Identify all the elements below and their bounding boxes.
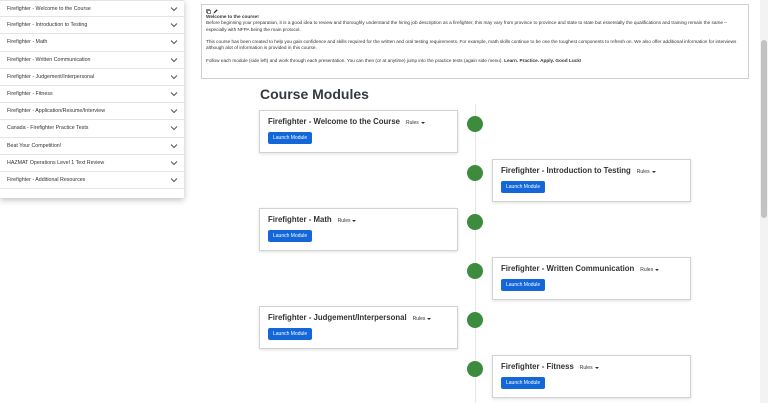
timeline-dot (467, 165, 483, 181)
chevron-down-icon (170, 126, 178, 131)
sidebar-item-label: Firefighter - Judgement/Interpersonal (7, 73, 95, 80)
sidebar-item-label: Firefighter - Fitness (7, 91, 53, 98)
launch-module-button[interactable]: Launch Module (268, 230, 313, 242)
intro-panel: Welcome to the course! Before beginning … (201, 4, 749, 79)
module-card: Firefighter - Judgement/Interpersonal Ru… (259, 306, 458, 349)
chevron-down-icon (170, 74, 178, 80)
module-card: Firefighter - Introduction to Testing Ru… (492, 159, 691, 202)
timeline-dot (467, 116, 483, 132)
caret-down-icon (655, 269, 660, 271)
module-title: Firefighter - Math (268, 215, 332, 224)
intro-paragraph: Before beginning your preparation, it is… (206, 20, 727, 32)
chevron-down-icon (170, 178, 178, 183)
caret-down-icon (427, 318, 432, 320)
module-card: Firefighter - Welcome to the Course Rule… (259, 110, 458, 153)
copy-icon[interactable] (206, 8, 211, 14)
sidebar-item-label: Firefighter - Application/Resume/Intervi… (7, 108, 106, 115)
chevron-down-icon (170, 40, 178, 45)
sidebar-item-label: Firefighter - Written Communication (7, 56, 91, 63)
sidebar-item-fitness[interactable]: Firefighter - Fitness (0, 86, 184, 104)
sidebar-item-application[interactable]: Firefighter - Application/Resume/Intervi… (0, 103, 184, 121)
caret-down-icon (651, 171, 656, 173)
sidebar-item-hazmat[interactable]: HAZMAT Operations Level 1 Text Review (0, 155, 184, 172)
module-card: Firefighter - Math Rules Launch Module (259, 208, 458, 251)
sidebar-item-welcome[interactable]: Firefighter - Welcome to the Course (0, 0, 184, 18)
launch-module-button[interactable]: Launch Module (268, 132, 313, 144)
pencil-icon[interactable] (213, 8, 218, 14)
sidebar-item-label: Beat Your Competition! (7, 142, 62, 149)
timeline-dot (467, 214, 483, 230)
module-title: Firefighter - Written Communication (501, 264, 635, 273)
sidebar-item-label: Firefighter - Additional Resources (7, 176, 86, 183)
rules-dropdown[interactable]: Rules (413, 316, 432, 322)
chevron-down-icon (170, 109, 178, 114)
rules-dropdown[interactable]: Rules (580, 365, 599, 371)
sidebar-item-label: Firefighter - Welcome to the Course (7, 5, 91, 12)
sidebar-item-label: HAZMAT Operations Level 1 Text Review (7, 159, 105, 166)
module-title: Firefighter - Introduction to Testing (501, 166, 631, 175)
chevron-down-icon (170, 143, 178, 148)
sidebar-item-math[interactable]: Firefighter - Math (0, 34, 184, 52)
module-title: Firefighter - Welcome to the Course (268, 117, 400, 126)
timeline-dot (467, 361, 483, 377)
chevron-down-icon (170, 160, 178, 165)
intro-motto: Learn. Practice. Apply. Good Luck! (504, 57, 582, 63)
rules-dropdown[interactable]: Rules (640, 267, 660, 273)
sidebar-item-introduction[interactable]: Firefighter - Introduction to Testing (0, 17, 184, 35)
sidebar-item-written-communication[interactable]: Firefighter - Written Communication (0, 52, 184, 69)
timeline-dot (467, 312, 483, 328)
chevron-down-icon (170, 92, 178, 97)
sidebar-item-beat-competition[interactable]: Beat Your Competition! (0, 138, 184, 155)
rules-dropdown[interactable]: Rules (637, 169, 656, 175)
sidebar-item-additional-resources[interactable]: Firefighter - Additional Resources (0, 172, 184, 190)
rules-dropdown[interactable]: Rules (406, 120, 425, 126)
module-title: Firefighter - Fitness (501, 362, 574, 371)
intro-paragraph: This course has been created to help you… (206, 39, 737, 51)
timeline-dot (467, 263, 483, 279)
launch-module-button[interactable]: Launch Module (501, 181, 546, 193)
launch-module-button[interactable]: Launch Module (268, 328, 313, 340)
scrollbar-thumb[interactable] (761, 40, 767, 218)
launch-module-button[interactable]: Launch Module (501, 377, 546, 389)
page-title: Course Modules (260, 86, 369, 102)
rules-dropdown[interactable]: Rules (338, 218, 357, 224)
module-title: Firefighter - Judgement/Interpersonal (268, 313, 407, 322)
launch-module-button[interactable]: Launch Module (501, 279, 546, 291)
module-card: Firefighter - Fitness Rules Launch Modul… (492, 355, 691, 398)
chevron-down-icon (170, 6, 178, 11)
sidebar-item-label: Firefighter - Math (7, 39, 48, 46)
caret-down-icon (352, 220, 357, 222)
sidebar-item-label: Firefighter - Introduction to Testing (7, 22, 88, 29)
chevron-down-icon (170, 57, 178, 62)
chevron-down-icon (170, 23, 178, 28)
caret-down-icon (594, 367, 599, 369)
sidebar-item-practice-tests[interactable]: Canada - Firefighter Practice Tests (0, 120, 184, 138)
module-card: Firefighter - Written Communication Rule… (492, 257, 691, 300)
caret-down-icon (420, 122, 425, 124)
intro-paragraph: Follow each module (side left) and work … (206, 57, 582, 63)
sidebar-item-label: Canada - Firefighter Practice Tests (7, 125, 89, 132)
timeline-line (475, 104, 476, 403)
module-sidebar: Firefighter - Welcome to the Course Fire… (0, 0, 184, 198)
sidebar-item-judgement[interactable]: Firefighter - Judgement/Interpersonal (0, 69, 184, 86)
scrollbar-track[interactable] (760, 0, 768, 403)
